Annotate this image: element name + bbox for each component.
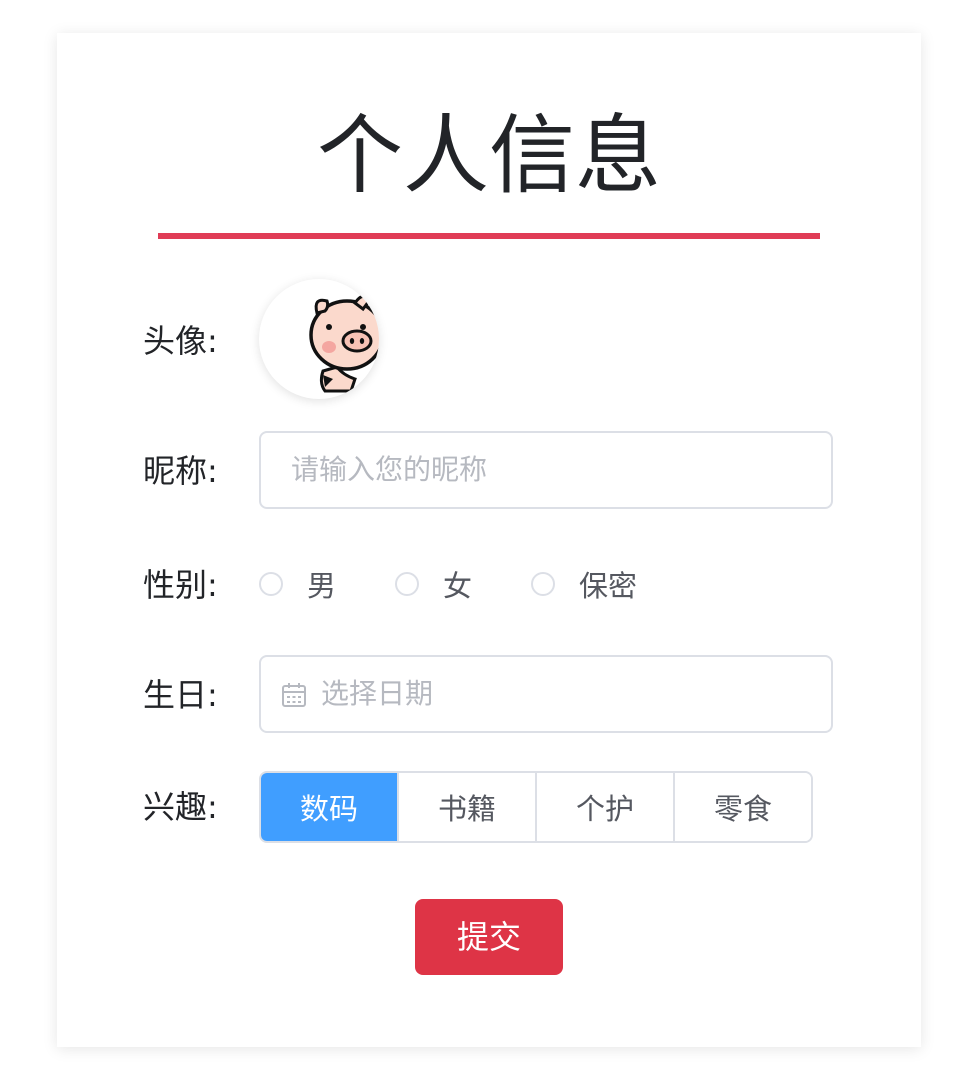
- hobby-option-snacks[interactable]: 零食: [673, 773, 811, 841]
- gender-option-label: 女: [443, 569, 473, 603]
- hobby-label: 兴趣:: [143, 788, 218, 826]
- radio-circle[interactable]: [531, 572, 555, 596]
- page-title: 个人信息: [317, 106, 661, 206]
- gender-option-label: 男: [307, 569, 337, 603]
- submit-button[interactable]: 提交: [415, 899, 563, 975]
- title-divider: [158, 233, 820, 239]
- birthday-label: 生日:: [143, 676, 218, 714]
- hobby-option-digital[interactable]: 数码: [261, 773, 397, 841]
- gender-option-label: 保密: [579, 569, 638, 603]
- radio-circle[interactable]: [259, 572, 283, 596]
- nickname-placeholder: 请输入您的昵称: [291, 453, 488, 486]
- profile-card: 个人信息 头像: 昵称: 请输入您的昵称 性别: 男 女 保密 生日: 选择日期…: [57, 33, 921, 1047]
- hobby-button-group: 数码 书籍 个护 零食: [259, 771, 813, 843]
- nickname-label: 昵称:: [143, 452, 218, 490]
- hobby-option-books[interactable]: 书籍: [397, 773, 535, 841]
- radio-circle[interactable]: [395, 572, 419, 596]
- avatar[interactable]: [259, 279, 379, 399]
- birthday-date-picker[interactable]: 选择日期: [259, 655, 833, 733]
- calendar-icon: [281, 682, 307, 708]
- birthday-placeholder: 选择日期: [321, 677, 434, 710]
- gender-label: 性别:: [143, 566, 218, 604]
- pig-avatar-image: [309, 295, 379, 393]
- avatar-label: 头像:: [143, 322, 218, 360]
- nickname-input[interactable]: 请输入您的昵称: [259, 431, 833, 509]
- hobby-option-personal-care[interactable]: 个护: [535, 773, 673, 841]
